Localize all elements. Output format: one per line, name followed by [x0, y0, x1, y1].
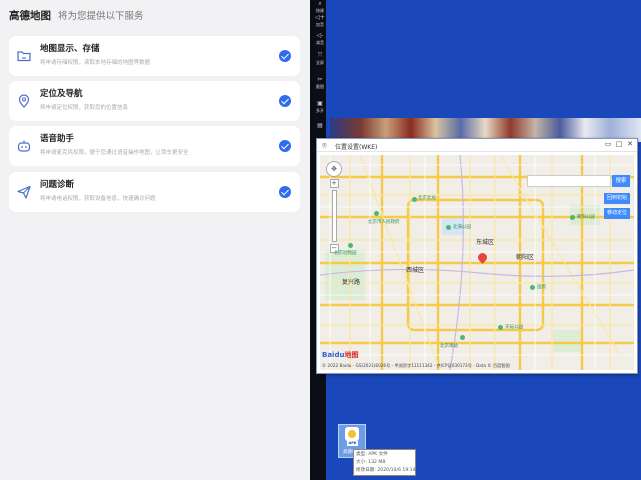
poi-marker-icon [530, 285, 535, 290]
poi-label: 天坛公园 [505, 325, 523, 330]
maximize-icon[interactable]: □ [614, 140, 624, 148]
checkmark-icon[interactable] [279, 186, 291, 198]
checkmark-icon[interactable] [279, 140, 291, 152]
poi-marker-icon [374, 211, 379, 216]
paper-plane-icon [17, 185, 31, 199]
volume-down-icon: ◁- [316, 32, 324, 39]
sidebar-item-label: 全屏 [316, 60, 324, 65]
permission-card-location[interactable]: 定位及导航 将申请定位权限，获取您的位置信息 [9, 81, 300, 121]
district-label: 朝阳区 [516, 254, 535, 261]
folder-icon [17, 51, 31, 62]
window-titlebar[interactable]: ⌾ 位置设置(WKE) ▭ □ ✕ [317, 139, 637, 152]
permission-screen: 高德地图 将为您提供以下服务 地图显示、存储 将申请存储权限，读取本地存储的地图… [0, 0, 310, 480]
location-settings-window: ⌾ 位置设置(WKE) ▭ □ ✕ ✥ + − 搜索 回到初始 移动定位 东城区… [316, 138, 638, 374]
tooltip-date: 修改日期: 2020/10/6 19:14 [356, 468, 416, 473]
permission-header: 高德地图 将为您提供以下服务 [9, 8, 144, 24]
poi-label: 北海公园 [453, 225, 471, 230]
poi-label: 北京南站 [440, 344, 458, 349]
map-copyright: © 2022 Baidu - GS(2021)6026号 - 甲测资字11111… [322, 363, 510, 368]
sidebar-item-label: 加音 [316, 22, 324, 27]
sidebar-item-multi[interactable]: ▣ 多开 [314, 100, 326, 118]
permission-title: 定位及导航 [40, 89, 83, 99]
poi-marker-icon [460, 335, 465, 340]
district-label: 西城区 [406, 267, 425, 274]
sidebar-item-label: 多开 [316, 108, 324, 113]
map-canvas[interactable]: ✥ + − 搜索 回到初始 移动定位 东城区 西城区 朝阳区 复兴路 北京市人民… [320, 155, 634, 370]
window-title: 位置设置(WKE) [335, 143, 378, 151]
fullscreen-icon: ⤧ [317, 52, 323, 59]
poi-marker-icon [446, 225, 451, 230]
permission-desc: 将申请麦克风权限，便于您通过语音操作地图，让驾车更安全 [40, 150, 189, 156]
baidu-logo-cn: 地图 [344, 351, 359, 359]
baidu-logo: Baidu地图 [322, 350, 358, 360]
tooltip-type: 类型: APK 文件 [356, 452, 388, 457]
poi-marker-icon [412, 197, 417, 202]
permission-subtitle: 将为您提供以下服务 [58, 11, 144, 22]
sidebar-item-volume-up[interactable]: ◁+ 加音 [314, 14, 326, 32]
amap-app-icon [345, 427, 359, 441]
poi-marker-icon [498, 325, 503, 330]
robot-icon [17, 140, 31, 152]
checkmark-icon[interactable] [279, 50, 291, 62]
map-zoom-control: ✥ + − [326, 161, 342, 253]
screenshot-icon: ✂ [317, 76, 323, 83]
tooltip-size: 大小: 132 MB [356, 460, 386, 465]
sidebar-item-volume-down[interactable]: ◁- 减音 [314, 32, 326, 50]
sidebar-item-fullscreen[interactable]: ⤧ 全屏 [314, 52, 326, 70]
permission-card-voice[interactable]: 语音助手 将申请麦克风权限，便于您通过语音操作地图，让驾车更安全 [9, 126, 300, 166]
permission-card-diagnosis[interactable]: 问题诊断 将申请电话权限，获取设备信息，快速确诊问题 [9, 172, 300, 212]
multi-instance-icon: ▣ [317, 100, 323, 107]
map-roads [320, 155, 634, 370]
close-icon[interactable]: ✕ [625, 140, 635, 148]
checkmark-icon[interactable] [279, 95, 291, 107]
poi-label: 北京北站 [418, 196, 436, 201]
map-search-input[interactable] [527, 175, 611, 187]
district-label: 东城区 [476, 239, 495, 246]
zoom-in-button[interactable]: + [329, 179, 339, 188]
poi-label: 国贸 [537, 285, 546, 290]
location-pin-icon [18, 94, 30, 108]
poi-label: 北京动物园 [334, 251, 357, 256]
poi-marker-icon [570, 215, 575, 220]
district-label: 复兴路 [342, 279, 361, 286]
zoom-slider[interactable] [331, 190, 337, 242]
restore-icon[interactable]: ▭ [603, 140, 613, 148]
permission-card-storage[interactable]: 地图显示、存储 将申请存储权限，读取本地存储的地图等数据 [9, 36, 300, 76]
baidu-logo-text: Baidu [322, 351, 345, 359]
sidebar-item-label: 截图 [316, 84, 324, 89]
location-pin-icon: ⌾ [322, 141, 327, 150]
permission-title: 问题诊断 [40, 180, 75, 190]
app-name: 高德地图 [9, 10, 51, 22]
map-pan-icon[interactable]: ✥ [326, 161, 342, 177]
permission-desc: 将申请存储权限，读取本地存储的地图等数据 [40, 60, 151, 66]
map-search-row: 搜索 [527, 175, 630, 187]
permission-desc: 将申请电话权限，获取设备信息，快速确诊问题 [40, 196, 156, 202]
more-icon: ▤ [317, 122, 323, 129]
poi-marker-icon [348, 243, 353, 248]
keymap-icon: ⌕ [318, 0, 322, 7]
poi-label: 朝阳公园 [577, 215, 595, 220]
move-location-button[interactable]: 移动定位 [604, 208, 630, 219]
permission-title: 语音助手 [40, 134, 75, 144]
file-tooltip: 类型: APK 文件 大小: 132 MB 修改日期: 2020/10/6 19… [353, 449, 416, 476]
apk-badge: APK [347, 441, 358, 446]
sidebar-item-label: 减音 [316, 40, 324, 45]
permission-title: 地图显示、存储 [40, 44, 100, 54]
reset-location-button[interactable]: 回到初始 [604, 193, 630, 204]
poi-label: 北京市人民政府 [368, 220, 400, 225]
volume-up-icon: ◁+ [315, 14, 325, 21]
sidebar-item-screenshot[interactable]: ✂ 截图 [314, 76, 326, 94]
map-search-button[interactable]: 搜索 [612, 175, 630, 187]
permission-desc: 将申请定位权限，获取您的位置信息 [40, 105, 129, 111]
